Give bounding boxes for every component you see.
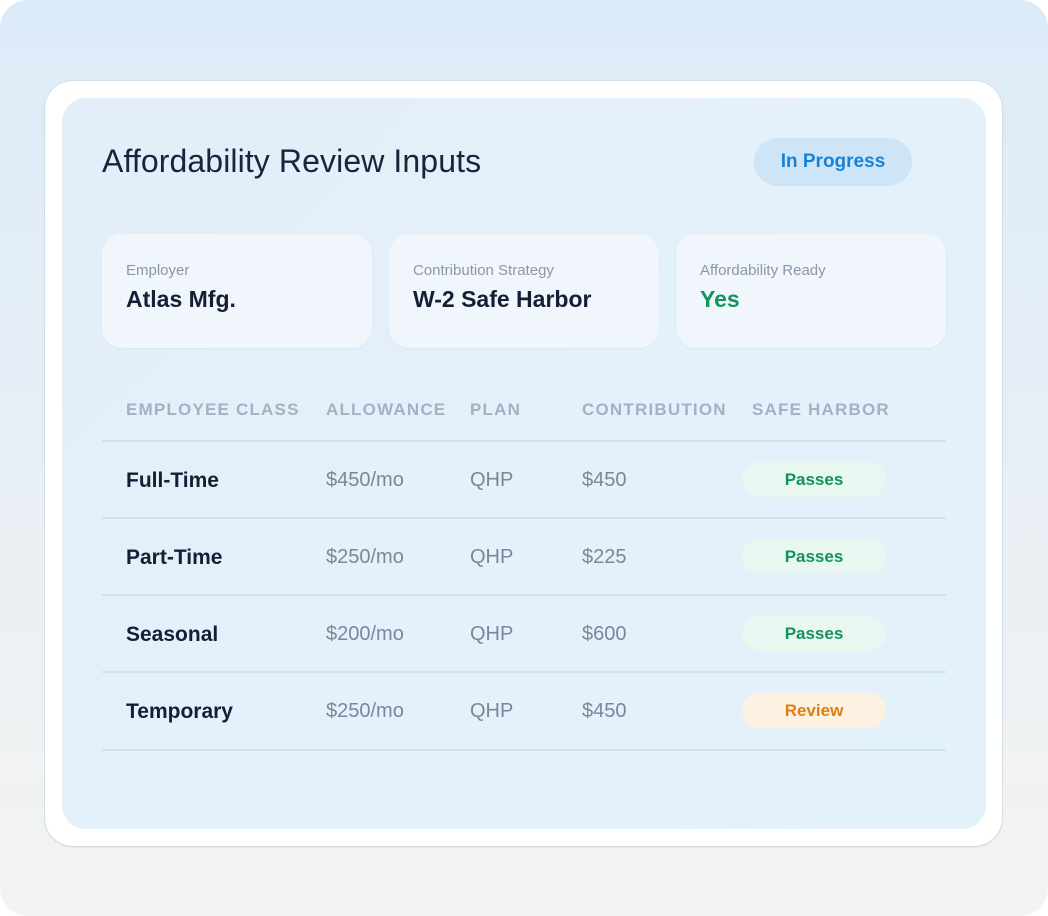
table-row: Seasonal $200/mo QHP $600 Passes: [102, 594, 946, 673]
allowance-cell: $200/mo: [326, 623, 404, 645]
affordability-ready-card: Affordability Ready Yes: [676, 234, 946, 348]
allowance-cell: $450/mo: [326, 469, 404, 491]
employee-class-cell: Seasonal: [126, 622, 219, 646]
plan-cell: QHP: [470, 469, 514, 491]
contribution-cell: $600: [582, 623, 627, 645]
page-title: Affordability Review Inputs: [102, 143, 482, 179]
column-header-safe-harbor: SAFE HARBOR: [752, 400, 890, 419]
contribution-cell: $225: [582, 546, 627, 568]
safe-harbor-badge: Passes: [742, 539, 886, 574]
safe-harbor-badge: Passes: [742, 462, 886, 497]
allowance-cell: $250/mo: [326, 546, 404, 568]
plan-cell: QHP: [470, 700, 514, 722]
employee-class-cell: Temporary: [126, 699, 233, 723]
safe-harbor-badge: Review: [742, 693, 886, 728]
table-row: Temporary $250/mo QHP $450 Review: [102, 671, 946, 751]
contribution-strategy-label: Contribution Strategy: [413, 262, 554, 279]
column-header-contribution: CONTRIBUTION: [582, 400, 727, 419]
affordability-ready-value: Yes: [700, 286, 740, 312]
column-header-allowance: ALLOWANCE: [326, 400, 447, 419]
contribution-strategy-value: W-2 Safe Harbor: [413, 286, 592, 312]
contribution-cell: $450: [582, 469, 627, 491]
affordability-ready-label: Affordability Ready: [700, 262, 826, 279]
employee-class-cell: Full-Time: [126, 468, 219, 492]
table-row: Part-Time $250/mo QHP $225 Passes: [102, 517, 946, 596]
employer-value: Atlas Mfg.: [126, 286, 236, 312]
plan-cell: QHP: [470, 623, 514, 645]
allowance-cell: $250/mo: [326, 700, 404, 722]
column-header-plan: PLAN: [470, 400, 522, 419]
employer-label: Employer: [126, 262, 190, 279]
safe-harbor-badge: Passes: [742, 616, 886, 651]
plan-cell: QHP: [470, 546, 514, 568]
status-badge: In Progress: [754, 138, 912, 186]
table-row: Full-Time $450/mo QHP $450 Passes: [102, 440, 946, 519]
column-header-employee-class: EMPLOYEE CLASS: [126, 400, 300, 419]
contribution-strategy-card: Contribution Strategy W-2 Safe Harbor: [389, 234, 659, 348]
contribution-cell: $450: [582, 700, 627, 722]
employer-card: Employer Atlas Mfg.: [102, 234, 372, 348]
employee-class-cell: Part-Time: [126, 545, 223, 569]
